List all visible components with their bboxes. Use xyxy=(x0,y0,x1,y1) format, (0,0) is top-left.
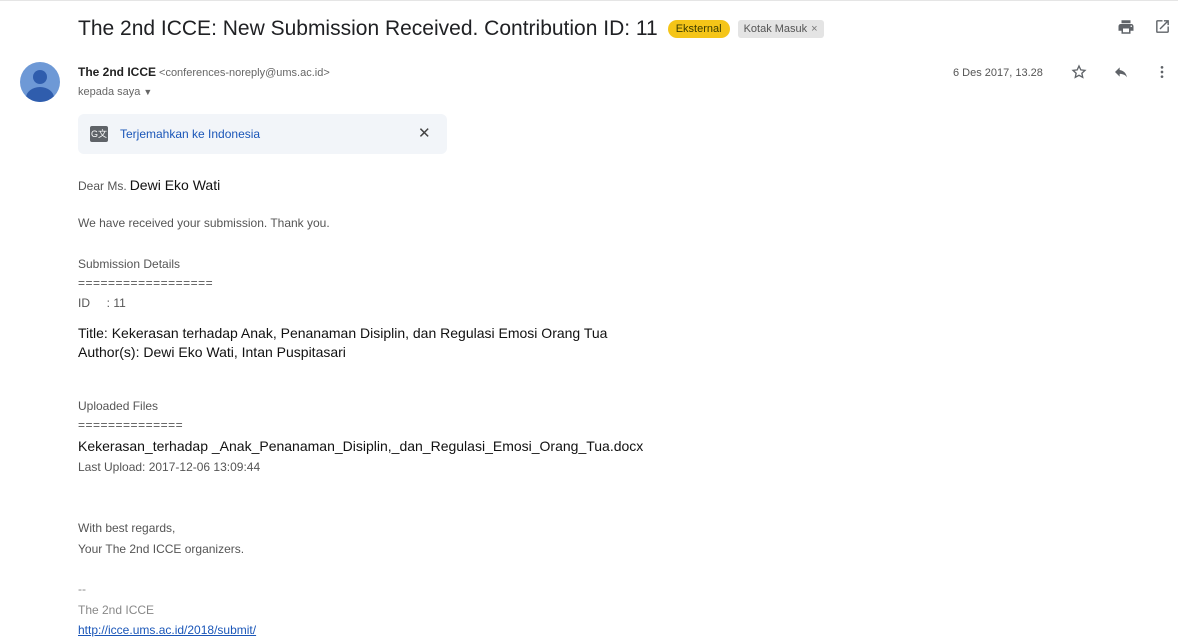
translate-link[interactable]: Terjemahkan ke Indonesia xyxy=(120,127,260,141)
inbox-label-text: Kotak Masuk xyxy=(743,23,808,35)
star-icon[interactable] xyxy=(1069,64,1089,84)
sender-name[interactable]: The 2nd ICCE xyxy=(78,65,156,79)
external-label-badge: Eksternal xyxy=(667,20,730,38)
print-icon[interactable] xyxy=(1116,18,1136,38)
remove-label-icon[interactable]: × xyxy=(811,23,817,35)
last-upload-line: Last Upload: 2017-12-06 13:09:44 xyxy=(78,460,261,474)
uploaded-heading: Uploaded Files xyxy=(78,399,159,413)
details-rule: ================== xyxy=(78,276,214,290)
translate-banner: G文 Terjemahkan ke Indonesia ✕ xyxy=(78,114,447,154)
avatar-body-shape xyxy=(26,87,54,102)
email-subject: The 2nd ICCE: New Submission Received. C… xyxy=(78,17,658,40)
greeting-recipient-name: Dewi Eko Wati xyxy=(129,177,221,193)
details-heading: Submission Details xyxy=(78,257,181,271)
authors-line: Author(s): Dewi Eko Wati, Intan Puspitas… xyxy=(78,344,346,360)
recipient-text: kepada saya xyxy=(78,86,141,98)
sender-line: The 2nd ICCE <conferences-noreply@ums.ac.… xyxy=(78,65,330,79)
greeting-text: Dear Ms. xyxy=(78,179,127,193)
signature-name: The 2nd ICCE xyxy=(78,603,155,617)
recipient-line[interactable]: kepada saya ▼ xyxy=(78,86,152,98)
more-vert-icon[interactable] xyxy=(1152,64,1172,84)
open-in-new-window-icon[interactable] xyxy=(1152,18,1172,38)
sender-avatar[interactable] xyxy=(20,62,60,102)
greeting-line: Dear Ms. Dewi Eko Wati xyxy=(78,177,220,193)
reply-icon[interactable] xyxy=(1111,64,1131,84)
regards-line: With best regards, xyxy=(78,521,176,535)
subject-row: The 2nd ICCE: New Submission Received. C… xyxy=(78,14,824,44)
signature-link[interactable]: http://icce.ums.ac.id/2018/submit/ xyxy=(78,623,256,637)
inbox-label-chip[interactable]: Kotak Masuk × xyxy=(737,20,824,38)
translate-icon: G文 xyxy=(90,126,108,142)
chevron-down-icon[interactable]: ▼ xyxy=(143,87,152,97)
avatar-head-shape xyxy=(33,70,47,84)
top-divider xyxy=(0,0,1178,1)
email-date: 6 Des 2017, 13.28 xyxy=(953,67,1043,79)
uploaded-rule: ============== xyxy=(78,418,184,432)
close-icon[interactable]: ✕ xyxy=(418,124,431,142)
id-line: ID : 11 xyxy=(78,296,126,310)
uploaded-filename: Kekerasan_terhadap _Anak_Penanaman_Disip… xyxy=(78,438,644,454)
organizers-line: Your The 2nd ICCE organizers. xyxy=(78,542,245,556)
sender-email: <conferences-noreply@ums.ac.id> xyxy=(159,67,330,79)
title-line: Title: Kekerasan terhadap Anak, Penanama… xyxy=(78,325,608,341)
received-line: We have received your submission. Thank … xyxy=(78,216,330,230)
signature-separator: -- xyxy=(78,582,86,596)
